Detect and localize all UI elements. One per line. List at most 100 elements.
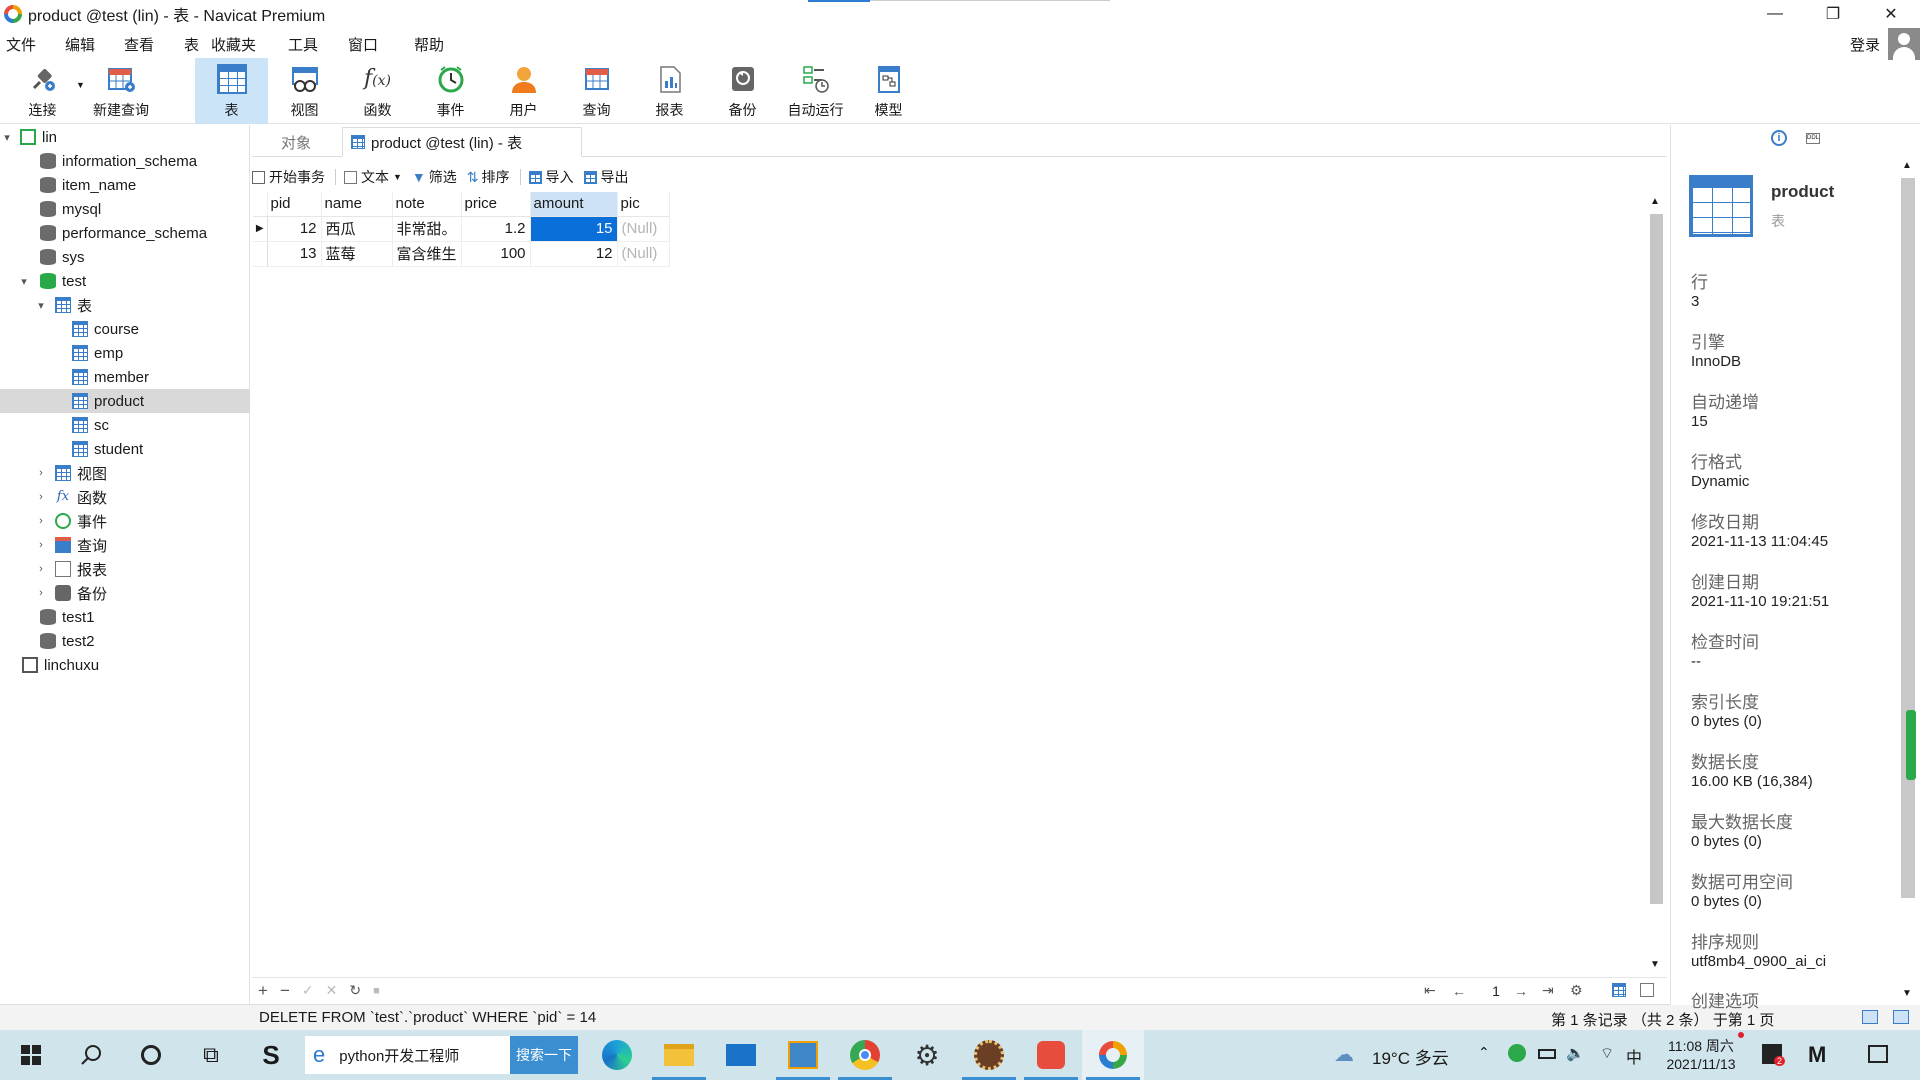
menu-edit[interactable]: 编辑 xyxy=(65,34,95,55)
scroll-down-icon[interactable]: ▼ xyxy=(1650,959,1660,970)
grid-view-icon[interactable] xyxy=(1612,983,1626,997)
tab-product-table[interactable]: product @test (lin) - 表 xyxy=(342,127,582,157)
taskbar-navicat[interactable] xyxy=(1082,1030,1144,1080)
toolbar-model-button[interactable]: 模型 xyxy=(852,58,925,124)
toolbar-backup-button[interactable]: 备份 xyxy=(706,58,779,124)
tree-item-table[interactable]: course xyxy=(0,317,250,341)
column-header-amount[interactable]: amount xyxy=(530,192,618,217)
tree-item-functions-folder[interactable]: › fx 函数 xyxy=(0,485,250,509)
tray-logo-icon[interactable]: M xyxy=(1808,1042,1826,1068)
info-panel-scrollbar[interactable] xyxy=(1901,178,1915,898)
tree-item-database[interactable]: test1 xyxy=(0,605,250,629)
cell-note[interactable]: 富含维生 xyxy=(392,241,462,267)
cell-pic[interactable]: (Null) xyxy=(617,241,670,267)
taskbar-file-explorer[interactable] xyxy=(648,1030,710,1080)
toolbar-connect-button[interactable]: 连接 xyxy=(6,58,79,124)
menu-help[interactable]: 帮助 xyxy=(414,34,444,55)
first-page-icon[interactable]: ⇤ xyxy=(1424,982,1436,999)
weather-text[interactable]: 19°C 多云 xyxy=(1372,1044,1449,1069)
toolbar-view-button[interactable]: 视图 xyxy=(268,58,341,124)
cortana-button[interactable] xyxy=(120,1030,182,1080)
tree-item-reports-folder[interactable]: › 报表 xyxy=(0,557,250,581)
scrollbar-thumb[interactable] xyxy=(1650,214,1663,904)
cell-price[interactable]: 1.2 xyxy=(461,216,531,242)
cell-name[interactable]: 西瓜 xyxy=(321,216,393,242)
taskbar-app-icon[interactable]: S xyxy=(240,1030,302,1080)
avatar[interactable] xyxy=(1888,28,1920,60)
tree-item-database[interactable]: sys xyxy=(0,245,250,269)
scroll-up-icon[interactable]: ▲ xyxy=(1650,196,1660,207)
menu-file[interactable]: 文件 xyxy=(6,34,36,55)
begin-transaction-button[interactable]: 开始事务 xyxy=(252,167,325,187)
tree-item-tables-folder[interactable]: ▾ 表 xyxy=(0,293,250,317)
discard-changes-button[interactable]: ✕ xyxy=(326,982,338,999)
scroll-down-icon[interactable]: ▼ xyxy=(1902,988,1912,999)
login-link[interactable]: 登录 xyxy=(1850,34,1880,55)
tree-item-backups-folder[interactable]: › 备份 xyxy=(0,581,250,605)
tree-item-database-test[interactable]: ▾ test xyxy=(0,269,250,293)
restore-button[interactable]: ❐ xyxy=(1804,0,1862,28)
volume-icon[interactable]: 🔈 xyxy=(1566,1044,1585,1062)
chevron-right-icon[interactable]: › xyxy=(34,491,48,503)
info-icon[interactable]: i xyxy=(1771,130,1787,146)
next-page-icon[interactable]: → xyxy=(1514,983,1528,999)
sort-button[interactable]: ⇅ 排序 xyxy=(467,167,510,187)
column-header-price[interactable]: price xyxy=(461,192,531,217)
toolbar-event-button[interactable]: 事件 xyxy=(414,58,487,124)
tree-item-views-folder[interactable]: › 视图 xyxy=(0,461,250,485)
tree-item-table[interactable]: sc xyxy=(0,413,250,437)
grid-scrollbar[interactable]: ▲ ▼ xyxy=(1648,196,1664,970)
cell-pid[interactable]: 13 xyxy=(267,241,322,267)
tree-item-table[interactable]: student xyxy=(0,437,250,461)
start-button[interactable] xyxy=(0,1030,62,1080)
menu-tools[interactable]: 工具 xyxy=(288,34,318,55)
tree-item-table[interactable]: member xyxy=(0,365,250,389)
ddl-icon[interactable]: DDL xyxy=(1806,133,1820,144)
apply-changes-button[interactable]: ✓ xyxy=(302,982,314,999)
chevron-down-icon[interactable]: ▾ xyxy=(0,131,14,144)
tree-item-table[interactable]: emp xyxy=(0,341,250,365)
clock-date[interactable]: 2021/11/13 xyxy=(1656,1056,1746,1072)
chevron-right-icon[interactable]: › xyxy=(34,467,48,479)
cell-pic[interactable]: (Null) xyxy=(617,216,670,242)
toolbar-automation-button[interactable]: 自动运行 xyxy=(779,58,852,124)
cell-amount[interactable]: 12 xyxy=(530,241,618,267)
taskbar-app[interactable] xyxy=(772,1030,834,1080)
chevron-up-icon[interactable]: ⌃ xyxy=(1478,1044,1490,1061)
browser-search-box[interactable]: e python开发工程师 xyxy=(305,1036,510,1074)
tray-app-icon[interactable] xyxy=(1508,1044,1526,1062)
search-button[interactable] xyxy=(60,1030,122,1080)
toggle-right-panel-icon[interactable] xyxy=(1893,1010,1909,1024)
filter-button[interactable]: ▼ 筛选 xyxy=(412,167,457,187)
chevron-right-icon[interactable]: › xyxy=(34,563,48,575)
toggle-left-panel-icon[interactable] xyxy=(1862,1010,1878,1024)
tree-item-database[interactable]: information_schema xyxy=(0,149,250,173)
chevron-right-icon[interactable]: › xyxy=(34,587,48,599)
page-number-input[interactable]: 1 xyxy=(1484,983,1508,999)
text-view-button[interactable]: 文本 ▼ xyxy=(344,167,402,187)
action-center-icon[interactable] xyxy=(1868,1045,1888,1063)
table-row[interactable]: 13 蓝莓 富含维生 100 12 (Null) xyxy=(253,241,670,267)
cell-name[interactable]: 蓝莓 xyxy=(321,241,393,267)
minimize-button[interactable]: — xyxy=(1746,0,1804,28)
tree-item-table-selected[interactable]: product xyxy=(0,389,250,413)
add-record-button[interactable]: + xyxy=(258,981,268,1001)
battery-icon[interactable] xyxy=(1538,1049,1556,1059)
task-view-button[interactable]: ⧉ xyxy=(180,1030,242,1080)
toolbar-user-button[interactable]: 用户 xyxy=(487,58,560,124)
chevron-down-icon[interactable]: ▾ xyxy=(34,299,48,312)
menu-window[interactable]: 窗口 xyxy=(348,34,378,55)
toolbar-query-button[interactable]: 查询 xyxy=(560,58,633,124)
toolbar-function-button[interactable]: f(x) 函数 xyxy=(341,58,414,124)
column-header-pic[interactable]: pic xyxy=(617,192,670,217)
taskbar-app[interactable] xyxy=(1020,1030,1082,1080)
tree-item-database[interactable]: item_name xyxy=(0,173,250,197)
clock-time[interactable]: 11:08 周六 xyxy=(1656,1036,1746,1056)
taskbar-edge[interactable] xyxy=(586,1030,648,1080)
cell-price[interactable]: 100 xyxy=(461,241,531,267)
previous-page-icon[interactable]: ← xyxy=(1452,983,1466,999)
menu-table[interactable]: 表 xyxy=(184,34,199,55)
cell-pid[interactable]: 12 xyxy=(267,216,322,242)
search-go-button[interactable]: 搜索一下 xyxy=(510,1036,578,1074)
tree-item-database[interactable]: mysql xyxy=(0,197,250,221)
